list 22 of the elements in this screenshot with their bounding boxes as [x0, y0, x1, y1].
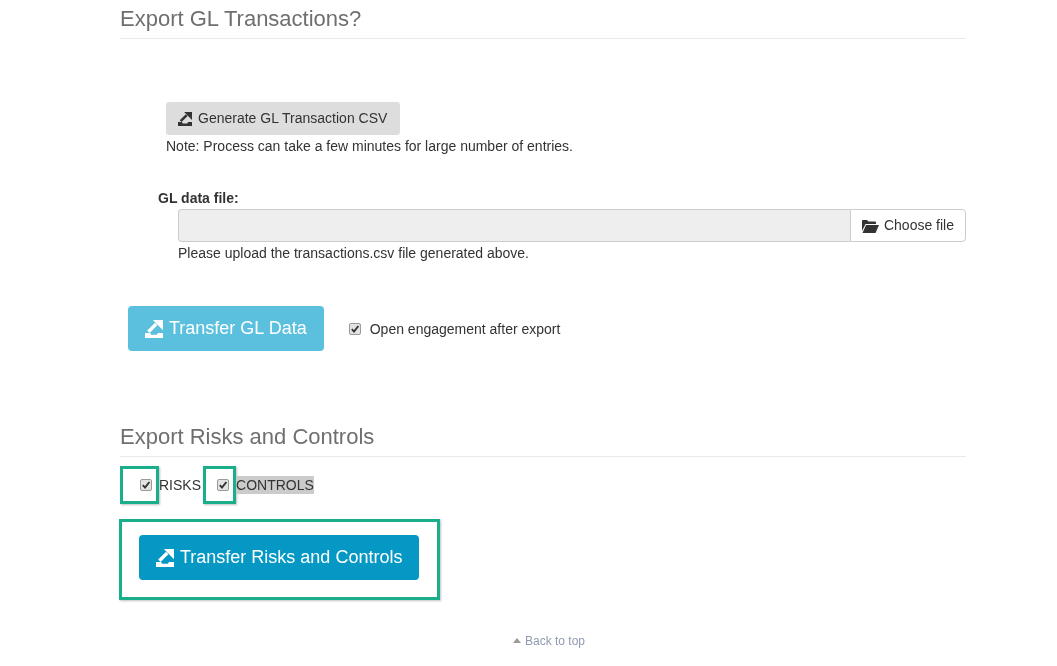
- checkbox-label: RISKS: [159, 476, 201, 494]
- checkbox[interactable]: [217, 479, 229, 491]
- checkbox-label: CONTROLS: [236, 476, 314, 494]
- section-heading: Export Risks and Controls: [120, 418, 966, 457]
- transfer-gl-button[interactable]: Transfer GL Data: [128, 306, 324, 351]
- export-icon: [178, 111, 192, 126]
- checkbox[interactable]: [348, 322, 361, 335]
- folder-icon: [861, 218, 879, 233]
- checkbox[interactable]: [140, 479, 152, 491]
- field-label: GL data file:: [158, 189, 239, 208]
- caret-up-icon: [512, 638, 521, 643]
- section-heading: Export GL Transactions?: [120, 0, 966, 39]
- back-to-top-link[interactable]: Back to top: [512, 632, 585, 649]
- export-icon: [145, 319, 163, 338]
- file-field[interactable]: [178, 209, 850, 242]
- transfer-risks-controls-button[interactable]: Transfer Risks and Controls: [139, 535, 420, 580]
- choose-file-button[interactable]: Choose file: [850, 209, 966, 242]
- note-text: Note: Process can take a few minutes for large number of entries.: [166, 137, 574, 156]
- export-icon: [156, 548, 174, 567]
- help-text: Please upload the transactions.csv file generated above.: [178, 244, 530, 263]
- generate-csv-button[interactable]: Generate GL Transaction CSV: [166, 102, 401, 135]
- checkbox-label: Open engagement after export: [369, 319, 561, 338]
